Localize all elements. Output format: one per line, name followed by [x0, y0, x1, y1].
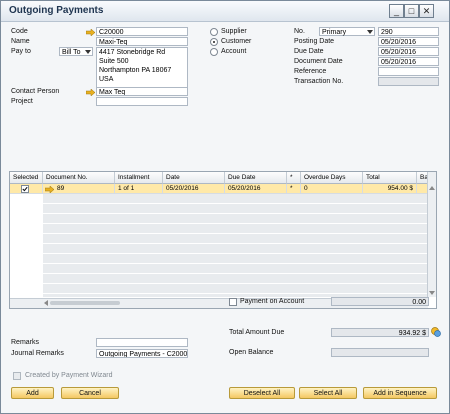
column-header-selected[interactable]: Selected	[10, 172, 43, 184]
column-header-installment[interactable]: Installment	[115, 172, 163, 184]
column-header-date[interactable]: Date	[163, 172, 225, 184]
series-select-value: Primary	[322, 29, 347, 36]
total-cell: 954.00 $	[363, 184, 417, 194]
journal-remarks-field[interactable]: Outgoing Payments - C20000	[96, 349, 188, 358]
payment-on-account-label: Payment on Account	[240, 298, 305, 305]
posting-date-label: Posting Date	[294, 38, 335, 45]
pay-to-select[interactable]: Bill To	[59, 47, 93, 56]
transaction-no-field	[378, 77, 439, 86]
document-date-field[interactable]: 05/20/2016	[378, 57, 439, 66]
chevron-down-icon	[367, 30, 373, 34]
created-by-wizard-label: Created by Payment Wizard	[25, 372, 113, 379]
select-all-button[interactable]: Select All	[299, 387, 357, 399]
outgoing-payments-window: Outgoing Payments _ □ ✕ Code C20000 Name…	[0, 0, 450, 414]
address-line: Suite 500	[99, 58, 129, 65]
created-by-wizard-checkbox	[13, 372, 21, 380]
title-bar: Outgoing Payments _ □ ✕	[1, 1, 449, 22]
address-line: Northampton PA 18067	[99, 67, 172, 74]
doc-number-field[interactable]: 290	[378, 27, 439, 36]
project-label: Project	[11, 98, 33, 105]
column-header-document-no[interactable]: Document No.	[43, 172, 115, 184]
column-header-overdue-days[interactable]: Overdue Days	[301, 172, 363, 184]
deselect-all-button[interactable]: Deselect All	[229, 387, 295, 399]
link-arrow-icon[interactable]	[86, 89, 95, 96]
remarks-field[interactable]	[96, 338, 188, 347]
due-date-field[interactable]: 05/20/2016	[378, 47, 439, 56]
journal-remarks-label: Journal Remarks	[11, 350, 64, 357]
open-balance-field	[331, 348, 429, 357]
name-field[interactable]: Maxi-Teq	[96, 37, 188, 46]
window-title: Outgoing Payments	[9, 5, 104, 16]
chevron-down-icon	[85, 50, 91, 54]
payment-on-account-field: 0.00	[331, 297, 429, 306]
scroll-down-icon[interactable]	[428, 290, 436, 296]
total-amount-due-field: 934.92 $	[331, 328, 429, 337]
supplier-label: Supplier	[221, 28, 247, 35]
payment-means-icon[interactable]	[431, 327, 441, 337]
star-cell: *	[287, 184, 301, 194]
no-label: No.	[294, 28, 305, 35]
table-row-number-column	[10, 194, 43, 297]
code-label: Code	[11, 28, 28, 35]
reference-label: Reference	[294, 68, 327, 75]
customer-radio[interactable]	[210, 38, 218, 46]
supplier-radio[interactable]	[210, 28, 218, 36]
address-line: USA	[99, 76, 114, 83]
scroll-left-icon[interactable]	[43, 299, 49, 307]
add-in-sequence-button[interactable]: Add in Sequence	[363, 387, 437, 399]
table-row[interactable]: 89 1 of 1 05/20/2016 05/20/2016 * 0 954.…	[10, 184, 428, 194]
project-field[interactable]	[96, 97, 188, 106]
overdue-days-cell: 0	[301, 184, 363, 194]
open-balance-label: Open Balance	[229, 349, 274, 356]
document-no-cell[interactable]: 89	[43, 184, 115, 194]
payment-on-account-checkbox[interactable]	[229, 298, 237, 306]
customer-label: Customer	[221, 38, 252, 45]
installment-cell: 1 of 1	[115, 184, 163, 194]
transaction-no-label: Transaction No.	[294, 78, 344, 85]
table-vertical-scrollbar[interactable]	[427, 172, 436, 297]
documents-table: Selected Document No. Installment Date D…	[9, 171, 437, 309]
scroll-thumb[interactable]	[50, 301, 120, 305]
minimize-icon[interactable]: _	[389, 4, 404, 18]
pay-to-label: Pay to	[11, 48, 31, 55]
address-box[interactable]: 4417 Stonebridge Rd Suite 500 Northampto…	[96, 47, 188, 92]
contact-field[interactable]: Max Teq	[96, 87, 188, 96]
due-date-label: Due Date	[294, 48, 324, 55]
column-header-star[interactable]: *	[287, 172, 301, 184]
date-cell: 05/20/2016	[163, 184, 225, 194]
form-body: Code C20000 Name Maxi-Teq Pay to Bill To…	[1, 22, 449, 413]
close-icon[interactable]: ✕	[419, 4, 434, 18]
column-header-due-date[interactable]: Due Date	[225, 172, 287, 184]
document-date-label: Document Date	[294, 58, 343, 65]
scroll-up-icon[interactable]	[428, 185, 436, 191]
checkmark-icon	[22, 186, 28, 192]
name-label: Name	[11, 38, 30, 45]
maximize-icon[interactable]: □	[404, 4, 419, 18]
code-field[interactable]: C20000	[96, 27, 188, 36]
account-label: Account	[221, 48, 247, 55]
add-button[interactable]: Add	[11, 387, 54, 399]
link-arrow-icon[interactable]	[86, 29, 95, 36]
address-line: 4417 Stonebridge Rd	[99, 49, 166, 56]
column-header-total[interactable]: Total	[363, 172, 417, 184]
due-date-cell: 05/20/2016	[225, 184, 287, 194]
document-no-value: 89	[57, 185, 65, 192]
posting-date-field[interactable]: 05/20/2016	[378, 37, 439, 46]
link-arrow-icon[interactable]	[45, 185, 54, 193]
row-selected-checkbox[interactable]	[21, 185, 29, 193]
table-empty-rows	[43, 194, 428, 297]
contact-label: Contact Person	[11, 88, 60, 95]
pay-to-select-value: Bill To	[62, 49, 81, 56]
series-select[interactable]: Primary	[319, 27, 375, 36]
remarks-label: Remarks	[11, 339, 40, 346]
total-amount-due-label: Total Amount Due	[229, 329, 285, 336]
account-radio[interactable]	[210, 48, 218, 56]
reference-field[interactable]	[378, 67, 439, 76]
row-selected-cell[interactable]	[10, 184, 43, 194]
cancel-button[interactable]: Cancel	[61, 387, 119, 399]
